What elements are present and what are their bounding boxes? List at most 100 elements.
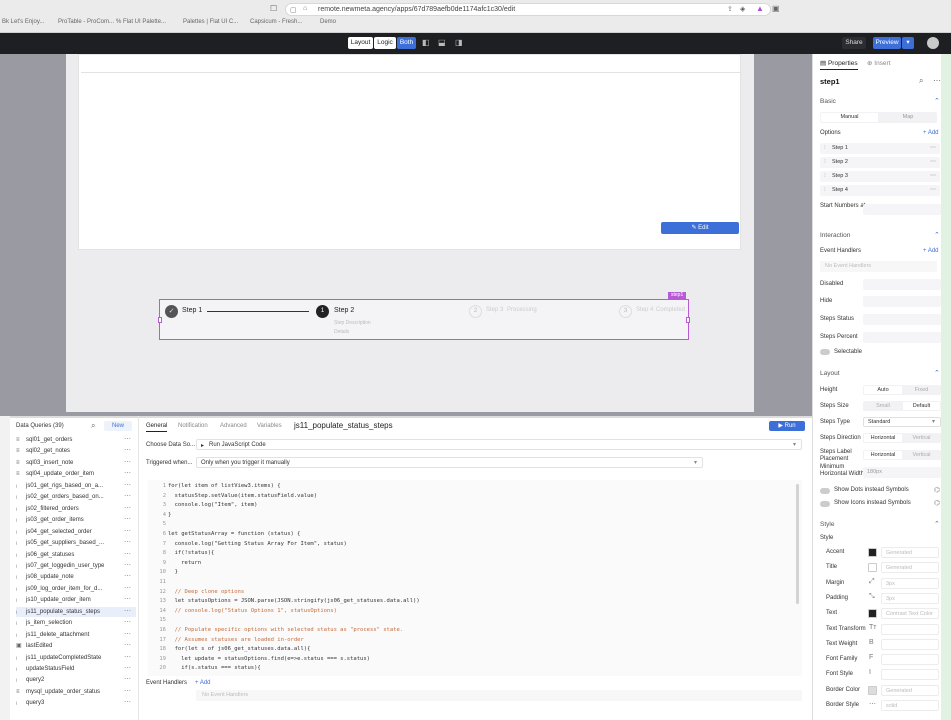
more-icon[interactable]: ⋯ xyxy=(124,458,131,468)
accent-input[interactable]: Generated xyxy=(881,547,939,558)
mode-both-button[interactable]: Both xyxy=(397,37,416,49)
section-layout[interactable]: Layout xyxy=(820,370,840,377)
resize-handle-right[interactable] xyxy=(686,317,690,323)
more-icon[interactable]: ⋯ xyxy=(124,618,131,628)
steps-direction-toggle[interactable]: Horizontal Vertical xyxy=(863,433,941,443)
drag-handle-icon[interactable]: ⁝ xyxy=(824,187,826,193)
more-icon[interactable]: ⋯ xyxy=(124,675,131,685)
disabled-input[interactable] xyxy=(863,279,941,290)
more-icon[interactable]: ⋯ xyxy=(124,595,131,605)
section-style[interactable]: Style xyxy=(820,521,834,528)
collapse-icon[interactable]: ⌃ xyxy=(934,231,940,239)
new-query-button[interactable]: New xyxy=(104,421,132,431)
steps-percent-input[interactable] xyxy=(863,332,941,343)
hide-input[interactable] xyxy=(863,296,941,307)
steps-size-toggle[interactable]: Small Default xyxy=(863,401,941,411)
option-item[interactable]: ⁝ Step 4 ⋯ xyxy=(820,185,940,196)
drag-handle-icon[interactable]: ⁝ xyxy=(824,173,826,179)
bookmark-item[interactable]: Capsicum - Fresh... xyxy=(250,19,302,25)
bottom-panel-icon[interactable]: ⬓ xyxy=(438,38,446,47)
query-item[interactable]: ⱼ js07_get_loggedin_user_type ⋯ xyxy=(16,561,136,571)
edit-button[interactable]: ✎ Edit xyxy=(661,222,739,234)
options-mode-toggle[interactable]: Manual Map xyxy=(820,112,937,123)
collapse-icon[interactable]: ⌃ xyxy=(934,520,940,528)
data-source-select[interactable]: ▸ Run JavaScript Code ▾ xyxy=(196,439,802,450)
preview-dropdown-icon[interactable]: ▾ xyxy=(902,37,914,49)
query-item[interactable]: ▣ lastEdited ⋯ xyxy=(16,641,136,651)
query-item[interactable]: ⱼ js06_get_statuses ⋯ xyxy=(16,550,136,560)
query-item[interactable]: ⱼ js01_get_rigs_based_on_a... ⋯ xyxy=(16,481,136,491)
code-editor[interactable]: 1 for(let item of listView3.items) {2 sta… xyxy=(148,480,802,676)
bookmark-item[interactable]: Bk Let's Enjoy... xyxy=(2,19,44,25)
tab-general[interactable]: General xyxy=(146,423,168,432)
drag-handle-icon[interactable]: ⁝ xyxy=(824,145,826,151)
placement-vertical[interactable]: Vertical xyxy=(903,451,940,459)
bookmark-icon[interactable]: ☐ xyxy=(270,4,277,13)
url-bar[interactable]: ▢ ⌂ remote.newmeta.agency/apps/67d789aef… xyxy=(285,3,771,16)
component-name[interactable]: step1 xyxy=(820,77,840,86)
query-item[interactable]: ≡ sql01_get_orders ⋯ xyxy=(16,435,136,445)
more-icon[interactable]: ⋯ xyxy=(930,186,936,193)
more-icon[interactable]: ⋯ xyxy=(124,561,131,571)
tab-notification[interactable]: Notification xyxy=(178,423,208,429)
map-option[interactable]: Map xyxy=(880,113,936,122)
option-item[interactable]: ⁝ Step 2 ⋯ xyxy=(820,157,940,168)
drag-handle-icon[interactable]: ⁝ xyxy=(824,159,826,165)
text-transform-input[interactable] xyxy=(881,623,939,635)
query-item[interactable]: ⱼ query3 ⋯ xyxy=(16,698,136,708)
label-placement-toggle[interactable]: Horizontal Vertical xyxy=(863,450,941,460)
option-item[interactable]: ⁝ Step 1 ⋯ xyxy=(820,143,940,154)
more-icon[interactable]: ⋯ xyxy=(930,172,936,179)
run-button[interactable]: ▶ Run xyxy=(769,421,805,431)
extensions-icon[interactable]: ▣ xyxy=(772,4,780,13)
query-item[interactable]: ⱼ js08_update_note ⋯ xyxy=(16,572,136,582)
more-icon[interactable]: ⋯ xyxy=(124,538,131,548)
size-small[interactable]: Small xyxy=(864,402,902,410)
share-icon[interactable]: ⇪ xyxy=(727,5,733,13)
more-icon[interactable]: ⋯ xyxy=(124,446,131,456)
tab-insert[interactable]: ⊕ Insert xyxy=(867,59,891,67)
add-option-link[interactable]: + Add xyxy=(923,130,939,136)
more-icon[interactable]: ⋯ xyxy=(930,158,936,165)
section-interaction[interactable]: Interaction xyxy=(820,232,850,239)
more-icon[interactable]: ⋯ xyxy=(124,653,131,663)
query-item[interactable]: ≡ sql02_get_notes ⋯ xyxy=(16,446,136,456)
more-icon[interactable]: ⋯ xyxy=(930,144,936,151)
bookmark-item[interactable]: ProTable - ProCom... xyxy=(58,19,114,25)
more-icon[interactable]: ⋯ xyxy=(124,469,131,479)
shield-icon[interactable]: ◈ xyxy=(740,5,745,13)
panel-divider[interactable] xyxy=(0,416,812,418)
query-item[interactable]: ⱼ js04_get_selected_order ⋯ xyxy=(16,527,136,537)
query-item[interactable]: ⱼ js09_log_order_item_for_d... ⋯ xyxy=(16,584,136,594)
option-item[interactable]: ⁝ Step 3 ⋯ xyxy=(820,171,940,182)
query-item[interactable]: ⱼ js11_populate_status_steps ⋯ xyxy=(16,606,136,617)
code-icon[interactable]: ⌬ xyxy=(934,499,940,507)
start-numbers-input[interactable] xyxy=(863,204,941,215)
query-title[interactable]: js11_populate_status_steps xyxy=(294,421,393,430)
height-auto[interactable]: Auto xyxy=(864,386,902,394)
query-item[interactable]: ⱼ js11_updateCompletedState ⋯ xyxy=(16,653,136,663)
more-icon[interactable]: ⋯ xyxy=(124,607,131,617)
bookmark-item[interactable]: Palettes | Flat UI C... xyxy=(183,19,238,25)
query-item[interactable]: ⱼ js05_get_suppliers_based_... ⋯ xyxy=(16,538,136,548)
query-item[interactable]: ⱼ js_item_selection ⋯ xyxy=(16,618,136,628)
code-icon[interactable]: ⌬ xyxy=(934,486,940,494)
more-icon[interactable]: ⋯ xyxy=(124,515,131,525)
trigger-select[interactable]: Only when you trigger it manually ▾ xyxy=(196,457,703,468)
query-item[interactable]: ≡ mysql_update_order_status ⋯ xyxy=(16,687,136,697)
text-weight-input[interactable] xyxy=(881,638,939,650)
bookmark-item[interactable]: % Flat UI Palette... xyxy=(116,19,166,25)
alert-icon[interactable]: ▲ xyxy=(756,4,764,13)
manual-option[interactable]: Manual xyxy=(821,113,878,122)
more-icon[interactable]: ⋯ xyxy=(124,504,131,514)
show-dots-toggle[interactable] xyxy=(820,488,830,494)
query-item[interactable]: ⱼ js10_update_order_item ⋯ xyxy=(16,595,136,605)
more-icon[interactable]: ⋯ xyxy=(124,435,131,445)
preview-button[interactable]: Preview xyxy=(873,37,901,49)
tab-advanced[interactable]: Advanced xyxy=(220,423,247,429)
more-icon[interactable]: ⋯ xyxy=(124,698,131,708)
query-item[interactable]: ⱼ js11_delete_attachment ⋯ xyxy=(16,630,136,640)
text-input[interactable]: Contrast Text Color xyxy=(881,608,939,620)
query-item[interactable]: ⱼ updateStatusField ⋯ xyxy=(16,664,136,674)
share-button[interactable]: Share xyxy=(842,37,866,49)
